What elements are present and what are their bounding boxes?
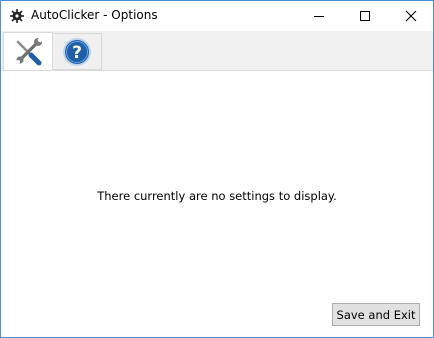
empty-settings-message: There currently are no settings to displ…	[97, 189, 337, 203]
maximize-button[interactable]	[342, 1, 388, 31]
window-title: AutoClicker - Options	[31, 8, 158, 22]
save-and-exit-button[interactable]: Save and Exit	[332, 303, 420, 326]
app-icon	[10, 9, 24, 23]
options-window: AutoClicker - Options ? There currently …	[0, 0, 434, 338]
tab-settings[interactable]	[3, 32, 53, 70]
close-button[interactable]	[388, 1, 434, 31]
tab-strip: ?	[1, 31, 433, 71]
maximize-icon	[360, 11, 370, 21]
minimize-icon	[314, 16, 324, 17]
minimize-button[interactable]	[296, 1, 342, 31]
help-icon: ?	[63, 37, 91, 66]
settings-panel: There currently are no settings to displ…	[1, 71, 433, 337]
tab-help[interactable]: ?	[53, 33, 102, 70]
close-icon	[405, 10, 417, 22]
tools-icon	[16, 37, 43, 65]
svg-text:?: ?	[72, 43, 82, 63]
title-bar[interactable]: AutoClicker - Options	[1, 1, 433, 31]
